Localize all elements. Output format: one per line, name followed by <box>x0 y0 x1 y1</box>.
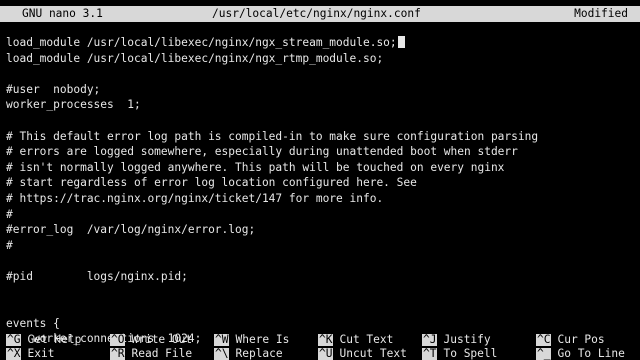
shortcut-key: ^T <box>422 347 438 360</box>
shortcut-key: ^G <box>6 333 22 346</box>
shortcut-label: Read File <box>131 347 193 360</box>
shortcut-row-1: ^G Get Help ^O Write Out ^W Where Is ^K Cut … <box>6 333 636 347</box>
shortcut-exit[interactable]: ^X Exit <box>6 347 54 360</box>
editor-line[interactable]: worker_processes 1; <box>6 97 636 113</box>
modified-status: Modified <box>574 7 628 20</box>
editor-line[interactable] <box>6 113 636 129</box>
editor-line[interactable]: #user nobody; <box>6 82 636 98</box>
shortcut-label: Exit <box>27 347 55 360</box>
editor-line[interactable] <box>6 285 636 301</box>
editor-line[interactable]: load_module /usr/local/libexec/nginx/ngx… <box>6 35 636 51</box>
shortcut-key: ^X <box>6 347 22 360</box>
editor-line[interactable]: # This default error log path is compile… <box>6 129 636 145</box>
shortcut-cur-pos[interactable]: ^C Cur Pos <box>536 333 605 347</box>
editor-line[interactable]: load_module /usr/local/libexec/nginx/ngx… <box>6 51 636 67</box>
editor-line[interactable]: # errors are logged somewhere, especiall… <box>6 144 636 160</box>
shortcut-key: ^J <box>422 333 438 346</box>
shortcut-go-to-line[interactable]: ^_ Go To Line <box>536 347 625 360</box>
shortcut-key: ^O <box>110 333 126 346</box>
editor-line[interactable]: events { <box>6 316 636 332</box>
shortcut-justify[interactable]: ^J Justify <box>422 333 491 347</box>
editor-line[interactable]: # isn't normally logged anywhere. This p… <box>6 160 636 176</box>
editor-text-area[interactable]: load_module /usr/local/libexec/nginx/ngx… <box>6 35 636 347</box>
shortcut-label: Justify <box>443 333 491 346</box>
editor-line[interactable]: #error_log /var/log/nginx/error.log; <box>6 222 636 238</box>
shortcut-label: Get Help <box>27 333 82 346</box>
shortcut-key: ^\ <box>214 347 230 360</box>
shortcut-label: To Spell <box>443 347 498 360</box>
editor-line[interactable] <box>6 253 636 269</box>
shortcut-key: ^W <box>214 333 230 346</box>
terminal-screen: GNU nano 3.1 /usr/local/etc/nginx/nginx.… <box>0 0 640 360</box>
editor-line[interactable]: # <box>6 207 636 223</box>
shortcut-key: ^C <box>536 333 552 346</box>
shortcut-key: ^R <box>110 347 126 360</box>
shortcut-label: Uncut Text <box>339 347 407 360</box>
editor-line[interactable]: #pid logs/nginx.pid; <box>6 269 636 285</box>
editor-line[interactable]: # https://trac.nginx.org/nginx/ticket/14… <box>6 191 636 207</box>
shortcut-label: Cut Text <box>339 333 394 346</box>
shortcut-where-is[interactable]: ^W Where Is <box>214 333 289 347</box>
app-version: GNU nano 3.1 <box>22 7 103 20</box>
shortcut-key: ^_ <box>536 347 552 360</box>
shortcut-cut-text[interactable]: ^K Cut Text <box>318 333 393 347</box>
shortcut-label: Go To Line <box>557 347 625 360</box>
shortcut-write-out[interactable]: ^O Write Out <box>110 333 192 347</box>
shortcut-label: Write Out <box>131 333 193 346</box>
shortcut-bar: ^G Get Help ^O Write Out ^W Where Is ^K Cut … <box>6 333 636 360</box>
nano-title-bar: GNU nano 3.1 /usr/local/etc/nginx/nginx.… <box>0 6 640 22</box>
shortcut-replace[interactable]: ^\ Replace <box>214 347 283 360</box>
editor-line[interactable]: # <box>6 238 636 254</box>
shortcut-get-help[interactable]: ^G Get Help <box>6 333 81 347</box>
shortcut-key: ^K <box>318 333 334 346</box>
file-path: /usr/local/etc/nginx/nginx.conf <box>212 7 421 20</box>
text-cursor <box>397 36 405 48</box>
shortcut-row-2: ^X Exit ^R Read File ^\ Replace ^U Uncut Tex… <box>6 347 636 360</box>
shortcut-label: Where Is <box>235 333 290 346</box>
shortcut-key: ^U <box>318 347 334 360</box>
shortcut-label: Cur Pos <box>557 333 605 346</box>
shortcut-label: Replace <box>235 347 283 360</box>
editor-line[interactable] <box>6 300 636 316</box>
editor-line[interactable]: # start regardless of error log location… <box>6 175 636 191</box>
editor-line[interactable] <box>6 66 636 82</box>
shortcut-to-spell[interactable]: ^T To Spell <box>422 347 497 360</box>
shortcut-uncut-text[interactable]: ^U Uncut Text <box>318 347 407 360</box>
shortcut-read-file[interactable]: ^R Read File <box>110 347 192 360</box>
